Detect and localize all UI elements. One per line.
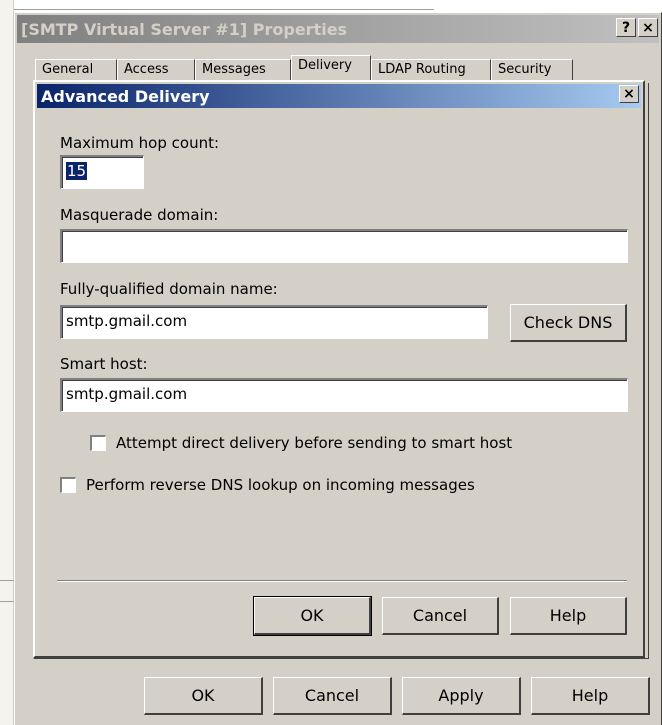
desktop-background xyxy=(0,0,14,725)
check-dns-button[interactable]: Check DNS xyxy=(510,304,627,342)
help-icon[interactable]: ? xyxy=(616,18,636,37)
apply-button[interactable]: Apply xyxy=(402,677,521,715)
cancel-button[interactable]: Cancel xyxy=(273,677,392,715)
advanced-delivery-dialog: Advanced Delivery × Maximum hop count: 1… xyxy=(33,80,645,658)
max-hop-count-value: 15 xyxy=(66,162,88,180)
help-button[interactable]: Help xyxy=(531,677,650,715)
attempt-direct-delivery-label: Attempt direct delivery before sending t… xyxy=(116,434,513,452)
masquerade-domain-input[interactable] xyxy=(60,229,628,263)
outer-window-title: [SMTP Virtual Server #1] Properties xyxy=(21,19,348,39)
dialog-cancel-button[interactable]: Cancel xyxy=(382,597,499,635)
fqdn-input[interactable]: smtp.gmail.com xyxy=(60,305,488,339)
close-icon[interactable]: × xyxy=(638,18,658,37)
close-icon[interactable]: × xyxy=(619,85,639,103)
smart-host-label: Smart host: xyxy=(60,355,148,373)
attempt-direct-delivery-checkbox[interactable] xyxy=(90,435,106,451)
dialog-title: Advanced Delivery xyxy=(41,86,210,106)
tab-delivery[interactable]: Delivery xyxy=(291,55,371,83)
smart-host-input[interactable]: smtp.gmail.com xyxy=(60,378,628,412)
dialog-ok-button[interactable]: OK xyxy=(253,596,372,636)
reverse-dns-label: Perform reverse DNS lookup on incoming m… xyxy=(86,476,475,494)
background-window-edge xyxy=(0,580,14,602)
separator xyxy=(57,580,627,582)
outer-title-bar[interactable]: [SMTP Virtual Server #1] Properties xyxy=(17,15,659,43)
masquerade-domain-label: Masquerade domain: xyxy=(60,206,219,224)
background-window-edge xyxy=(14,0,434,10)
fqdn-label: Fully-qualified domain name: xyxy=(60,280,278,298)
max-hop-count-input[interactable]: 15 xyxy=(60,155,144,189)
reverse-dns-option[interactable]: Perform reverse DNS lookup on incoming m… xyxy=(60,476,475,494)
max-hop-count-label: Maximum hop count: xyxy=(60,134,220,152)
dialog-help-button[interactable]: Help xyxy=(510,597,627,635)
ok-button[interactable]: OK xyxy=(144,677,263,715)
reverse-dns-checkbox[interactable] xyxy=(60,477,76,493)
attempt-direct-delivery-option[interactable]: Attempt direct delivery before sending t… xyxy=(90,434,512,452)
dialog-title-bar[interactable]: Advanced Delivery xyxy=(37,84,641,108)
